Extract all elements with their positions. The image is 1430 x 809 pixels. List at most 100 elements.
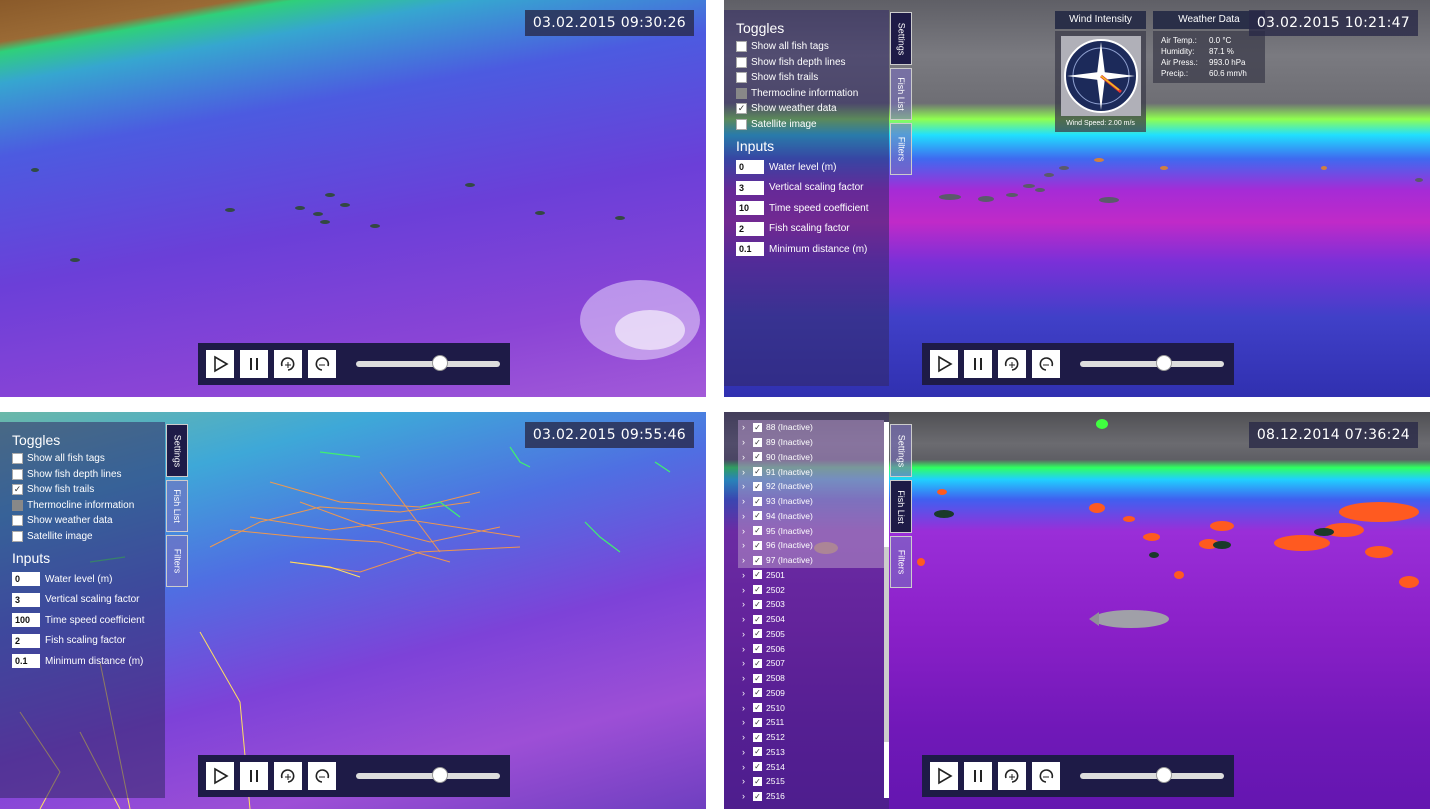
speed-up-button[interactable] [998, 350, 1026, 378]
fish-checkbox[interactable]: ✓ [753, 658, 762, 668]
fish-list-item[interactable]: › ✓ 2502 [738, 582, 884, 597]
chevron-right-icon[interactable]: › [742, 703, 750, 713]
checkbox-checked[interactable]: ✓ [736, 103, 747, 115]
fish-checkbox[interactable]: ✓ [753, 776, 762, 786]
fish-list-item[interactable]: › ✓ 88 (Inactive) [738, 420, 884, 435]
toggle-show-weather-data[interactable]: ✓ Show weather data [736, 101, 877, 117]
fish-list-item[interactable]: › ✓ 2516 [738, 789, 884, 804]
tab-fish-list[interactable]: Fish List [890, 68, 912, 120]
fish-checkbox[interactable]: ✓ [753, 422, 762, 432]
time-slider[interactable] [356, 767, 500, 783]
fish-checkbox[interactable]: ✓ [753, 717, 762, 727]
toggle-show-all-fish-tags[interactable]: Show all fish tags [12, 451, 153, 467]
chevron-right-icon[interactable]: › [742, 585, 750, 595]
fish-list-item[interactable]: › ✓ 2512 [738, 730, 884, 745]
minimum-distance-input[interactable]: 0.1 [12, 654, 40, 669]
play-button[interactable] [206, 350, 234, 378]
fish-list-item[interactable]: › ✓ 2508 [738, 671, 884, 686]
chevron-right-icon[interactable]: › [742, 555, 750, 565]
fish-checkbox[interactable]: ✓ [753, 644, 762, 654]
fish-checkbox[interactable]: ✓ [753, 629, 762, 639]
chevron-right-icon[interactable]: › [742, 496, 750, 506]
chevron-right-icon[interactable]: › [742, 614, 750, 624]
fish-list-item[interactable]: › ✓ 97 (Inactive) [738, 552, 884, 568]
fish-list-item[interactable]: › ✓ 2503 [738, 597, 884, 612]
fish-checkbox[interactable]: ✓ [753, 555, 762, 565]
chevron-right-icon[interactable]: › [742, 717, 750, 727]
toggle-show-fish-trails[interactable]: ✓ Show fish trails [12, 482, 153, 498]
fish-checkbox[interactable]: ✓ [753, 703, 762, 713]
fish-checkbox[interactable]: ✓ [753, 467, 762, 477]
tab-fish-list[interactable]: Fish List [890, 480, 912, 533]
checkbox[interactable] [12, 530, 23, 542]
fish-scaling-input[interactable]: 2 [12, 633, 40, 648]
fish-list-scrollbar-thumb[interactable] [884, 547, 889, 742]
time-speed-input[interactable]: 10 [736, 201, 764, 216]
fish-checkbox[interactable]: ✓ [753, 452, 762, 462]
chevron-right-icon[interactable]: › [742, 570, 750, 580]
fish-list-item[interactable]: › ✓ 2506 [738, 641, 884, 656]
chevron-right-icon[interactable]: › [742, 762, 750, 772]
time-slider[interactable] [1080, 355, 1224, 371]
checkbox[interactable] [736, 56, 747, 68]
fish-list-item[interactable]: › ✓ 93 (Inactive) [738, 493, 884, 509]
water-level-input[interactable]: 0 [736, 160, 764, 175]
fish-checkbox[interactable]: ✓ [753, 526, 762, 536]
fish-list-item[interactable]: › ✓ 90 (Inactive) [738, 449, 884, 465]
chevron-right-icon[interactable]: › [742, 599, 750, 609]
time-slider-knob[interactable] [431, 767, 448, 783]
fish-list-item[interactable]: › ✓ 2505 [738, 627, 884, 642]
tab-filters[interactable]: Filters [890, 123, 912, 175]
checkbox[interactable] [12, 515, 23, 527]
tab-settings[interactable]: Settings [890, 12, 912, 65]
fish-list-item[interactable]: › ✓ 2513 [738, 745, 884, 760]
slow-down-button[interactable] [1032, 350, 1060, 378]
vertical-scaling-input[interactable]: 3 [736, 180, 764, 195]
chevron-right-icon[interactable]: › [742, 688, 750, 698]
checkbox-checked[interactable]: ✓ [12, 484, 23, 496]
toggle-satellite-image[interactable]: Satellite image [736, 117, 877, 133]
fish-list-item[interactable]: › ✓ 91 (Inactive) [738, 464, 884, 479]
speed-up-button[interactable] [998, 762, 1026, 790]
fish-list-item[interactable]: › ✓ 2510 [738, 700, 884, 715]
pause-button[interactable] [240, 350, 268, 378]
pause-button[interactable] [240, 762, 268, 790]
fish-checkbox[interactable]: ✓ [753, 481, 762, 491]
time-slider-knob[interactable] [431, 355, 448, 371]
fish-checkbox[interactable]: ✓ [753, 511, 762, 521]
fish-list-item[interactable]: › ✓ 2509 [738, 686, 884, 701]
chevron-right-icon[interactable]: › [742, 791, 750, 801]
chevron-right-icon[interactable]: › [742, 481, 750, 491]
chevron-right-icon[interactable]: › [742, 658, 750, 668]
play-button[interactable] [930, 762, 958, 790]
time-slider-knob[interactable] [1155, 355, 1172, 371]
fish-list-item[interactable]: › ✓ 2511 [738, 715, 884, 730]
chevron-right-icon[interactable]: › [742, 732, 750, 742]
toggle-show-fish-depth-lines[interactable]: Show fish depth lines [736, 55, 877, 71]
speed-up-button[interactable] [274, 762, 302, 790]
slow-down-button[interactable] [308, 350, 336, 378]
fish-checkbox[interactable]: ✓ [753, 673, 762, 683]
water-level-input[interactable]: 0 [12, 572, 40, 587]
checkbox[interactable] [12, 453, 23, 465]
fish-checkbox[interactable]: ✓ [753, 599, 762, 609]
pause-button[interactable] [964, 350, 992, 378]
toggle-show-weather-data[interactable]: Show weather data [12, 513, 153, 529]
checkbox[interactable] [12, 468, 23, 480]
pause-button[interactable] [964, 762, 992, 790]
chevron-right-icon[interactable]: › [742, 526, 750, 536]
fish-list-item[interactable]: › ✓ 2504 [738, 612, 884, 627]
chevron-right-icon[interactable]: › [742, 540, 750, 550]
time-slider[interactable] [356, 355, 500, 371]
slow-down-button[interactable] [1032, 762, 1060, 790]
fish-list-item[interactable]: › ✓ 2514 [738, 759, 884, 774]
fish-list-item[interactable]: › ✓ 96 (Inactive) [738, 538, 884, 553]
time-slider[interactable] [1080, 767, 1224, 783]
minimum-distance-input[interactable]: 0.1 [736, 242, 764, 257]
tab-settings[interactable]: Settings [166, 424, 188, 477]
toggle-show-fish-depth-lines[interactable]: Show fish depth lines [12, 467, 153, 483]
tab-filters[interactable]: Filters [166, 535, 188, 587]
fish-list-item[interactable]: › ✓ 2507 [738, 656, 884, 671]
fish-checkbox[interactable]: ✓ [753, 570, 762, 580]
time-slider-knob[interactable] [1155, 767, 1172, 783]
